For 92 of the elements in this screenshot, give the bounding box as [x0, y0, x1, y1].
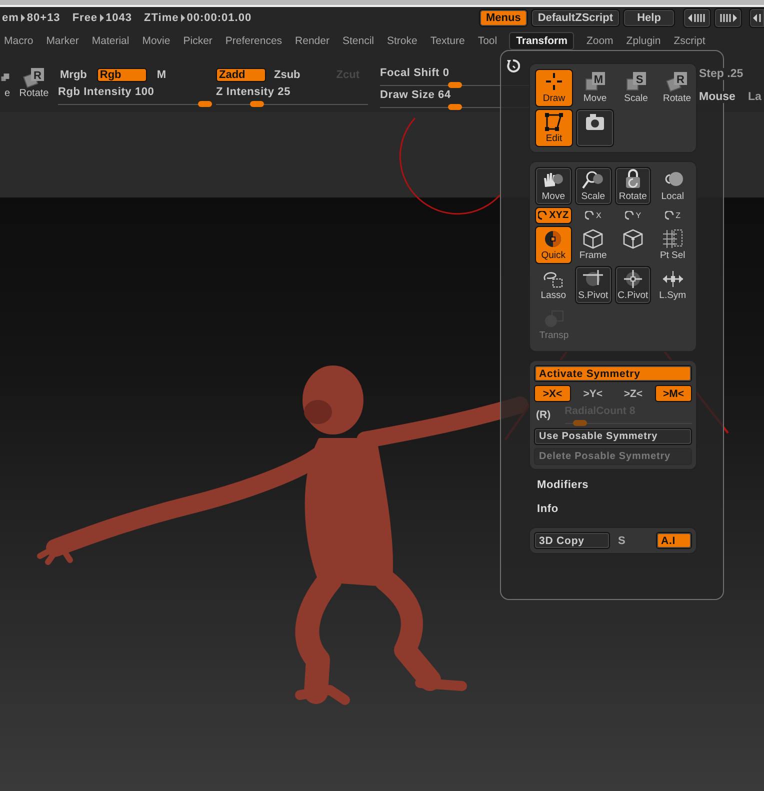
rgb-mode-button[interactable]: Mrgb [58, 69, 89, 81]
slider-label: Draw Size 64 [380, 89, 451, 101]
triangle-icon [100, 14, 104, 22]
tool-button[interactable]: Frame [574, 226, 612, 264]
top-menu-button[interactable]: Menus [478, 9, 528, 27]
triangle-icon [20, 14, 25, 22]
menu-item[interactable]: Stencil [336, 33, 380, 49]
section-header[interactable]: Modifiers [537, 479, 589, 491]
reset-icon[interactable] [506, 59, 520, 73]
triangle-icon [180, 14, 185, 22]
toolbar-label: La [747, 91, 762, 103]
menu-item[interactable]: Render [289, 33, 336, 49]
tool-icon [660, 228, 685, 249]
status-label: em [2, 12, 19, 24]
menu-item[interactable]: Picker [177, 33, 218, 49]
tool-button[interactable]: Move [535, 167, 572, 205]
axis-toggle[interactable]: >X< [534, 385, 571, 402]
tool-button[interactable]: Lasso [535, 266, 572, 304]
tool-button[interactable]: Edit [535, 109, 573, 147]
tool-button[interactable]: Rotate [614, 167, 652, 205]
slider-thumb[interactable] [250, 101, 264, 107]
status-value: 80+13 [26, 12, 60, 24]
tool-button[interactable]: Quick [535, 226, 572, 264]
status-value: 00:00:01.00 [186, 12, 252, 24]
tool-button[interactable]: Pt Sel [654, 226, 691, 264]
tool-icon [581, 268, 606, 289]
tool-icon [542, 111, 566, 132]
shortcut-label: S [618, 534, 626, 546]
posable-symmetry-button[interactable]: Use Posable Symmetry [534, 428, 692, 445]
tool-label[interactable]: e [4, 88, 10, 99]
tool-icon [581, 228, 606, 249]
scroll-left-button[interactable] [683, 8, 711, 28]
tool-icon [620, 228, 645, 249]
slider-thumb[interactable] [448, 82, 462, 88]
menu-item[interactable]: Transform [509, 32, 574, 50]
toggle-button[interactable]: A.I [656, 532, 692, 549]
tool-button[interactable]: Draw [535, 69, 573, 107]
z-mode-button[interactable]: Zsub [272, 69, 302, 81]
axis-toggle[interactable]: >Z< [614, 385, 652, 402]
rgb-mode-button[interactable]: M [154, 69, 168, 81]
menu-item[interactable]: Zplugin [620, 33, 667, 49]
menu-item[interactable]: Movie [136, 33, 176, 49]
slider-label: Rgb Intensity 100 [58, 86, 154, 98]
top-menu-button[interactable]: Help [623, 9, 675, 27]
camera-button[interactable] [576, 109, 614, 147]
slider-label: Z Intensity 25 [216, 86, 291, 98]
scroll-right-icon [719, 13, 737, 23]
slider-thumb[interactable] [448, 104, 462, 110]
axis-button[interactable]: Z [654, 207, 691, 224]
tool-button[interactable]: Local [654, 167, 691, 205]
tool-button[interactable]: R Rotate [658, 69, 696, 107]
camera-icon [583, 111, 607, 132]
menu-item[interactable]: Preferences [219, 33, 288, 49]
tool-icon [660, 268, 685, 289]
menu-item[interactable]: Zoom [580, 33, 620, 49]
menu-item[interactable]: Zscript [668, 33, 712, 49]
scroll-button[interactable] [749, 8, 764, 28]
status-label: ZTime [144, 12, 179, 24]
axis-button[interactable]: XYZ [535, 207, 572, 224]
scroll-left-icon [753, 13, 761, 23]
axis-toggle[interactable]: >Y< [574, 385, 612, 402]
menu-item[interactable]: Macro [0, 33, 40, 49]
activate-symmetry-button[interactable]: Activate Symmetry [534, 365, 692, 382]
z-mode-button[interactable]: Zadd [216, 68, 266, 82]
toolbar-label: Mouse [698, 91, 736, 103]
menu-item[interactable]: Tool [472, 33, 504, 49]
tool-button[interactable]: Scale [574, 167, 612, 205]
tool-button[interactable]: L.Sym [654, 266, 691, 304]
axis-button[interactable]: Y [614, 207, 652, 224]
slider-label: Step .25 [698, 68, 744, 80]
menu-item[interactable]: Stroke [381, 33, 424, 49]
tool-icon [581, 169, 606, 190]
section-header[interactable]: Info [537, 503, 558, 515]
tool-button[interactable]: M Move [576, 69, 614, 107]
axis-button[interactable]: X [574, 207, 612, 224]
tool-button[interactable]: C.Pivot [614, 266, 652, 304]
menu-item[interactable]: Marker [40, 33, 85, 49]
tool-button[interactable]: S.Pivot [574, 266, 612, 304]
slider-thumb[interactable] [198, 101, 212, 107]
tool-label[interactable]: Rotate [19, 88, 49, 99]
menu-item[interactable]: Material [86, 33, 136, 49]
rgb-mode-button[interactable]: Rgb [96, 68, 147, 82]
axis-toggle[interactable]: >M< [654, 385, 692, 402]
status-label: Free [72, 12, 98, 24]
top-menu-button[interactable]: DefaultZScript [530, 9, 620, 27]
tool-button[interactable]: S Scale [617, 69, 655, 107]
scroll-right-button[interactable] [714, 8, 742, 28]
status-value: 1043 [106, 12, 132, 24]
toggle-button[interactable]: 3D Copy [534, 532, 610, 549]
slider-label: Focal Shift 0 [380, 67, 450, 79]
menu-item[interactable]: Texture [424, 33, 471, 49]
scroll-left-icon [688, 13, 706, 23]
